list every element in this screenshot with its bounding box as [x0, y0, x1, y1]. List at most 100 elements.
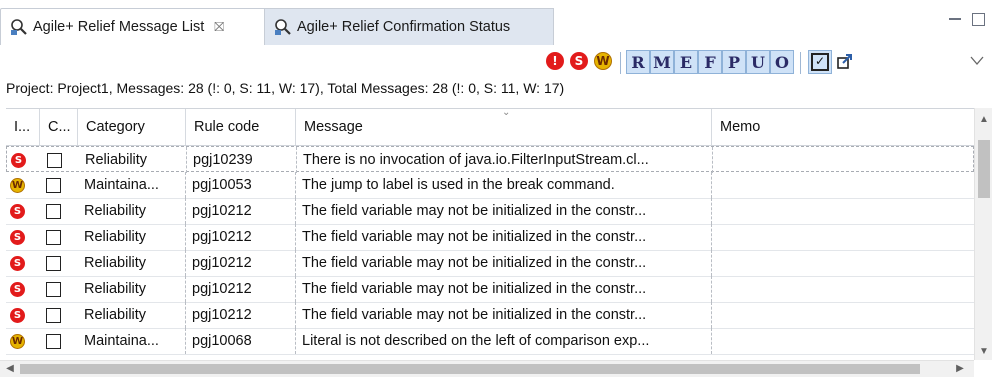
vertical-scrollbar[interactable]: ▲ ▼: [974, 108, 992, 360]
serious-level-icon: S: [10, 203, 25, 219]
column-header-category[interactable]: Category: [78, 109, 186, 145]
chevron-down-icon: [970, 56, 984, 65]
serious-level-icon: S: [10, 281, 25, 297]
toolbar-separator: [620, 52, 621, 74]
filter-f-button[interactable]: F: [698, 50, 722, 74]
close-tab-icon[interactable]: ⛝: [214, 19, 224, 35]
filter-e-button[interactable]: E: [674, 50, 698, 74]
serious-level-icon: S: [11, 152, 26, 168]
confirmed-checkbox[interactable]: [46, 333, 61, 349]
export-icon: [837, 54, 852, 69]
level-cell: W: [6, 172, 40, 198]
confirmed-toggle-button[interactable]: ✓: [808, 50, 832, 74]
filter-r-button[interactable]: R: [626, 50, 650, 74]
confirmed-checkbox[interactable]: [46, 307, 61, 323]
filter-o-button[interactable]: O: [770, 50, 794, 74]
level-cell: S: [6, 224, 40, 250]
confirmed-checkbox[interactable]: [47, 152, 62, 168]
view-tab-bar: Agile+ Relief Message List ⛝ Agile+ Reli…: [0, 0, 992, 45]
tab-label: Agile+ Relief Message List: [33, 19, 205, 35]
rule-code-cell: pgj10212: [186, 276, 296, 302]
memo-cell[interactable]: [713, 147, 974, 173]
category-cell: Reliability: [79, 147, 187, 173]
table-row[interactable]: S Reliability pgj10212 The field variable m…: [6, 224, 974, 251]
scroll-right-icon[interactable]: ▶: [952, 361, 968, 377]
serious-level-icon: S: [10, 229, 25, 245]
memo-cell[interactable]: [712, 224, 974, 250]
minimize-icon[interactable]: [946, 10, 964, 28]
column-header-rule-code[interactable]: Rule code: [186, 109, 296, 145]
confirmed-checkbox[interactable]: [46, 281, 61, 297]
rule-code-cell: pgj10212: [186, 302, 296, 328]
memo-cell[interactable]: [712, 198, 974, 224]
level-cell: S: [6, 276, 40, 302]
filter-u-button[interactable]: U: [746, 50, 770, 74]
filter-m-button[interactable]: M: [650, 50, 674, 74]
confirmed-cell: [40, 172, 78, 198]
message-cell: There is no invocation of java.io.Filter…: [297, 147, 713, 173]
table-row[interactable]: W Maintaina... pgj10053 The jump to label i…: [6, 172, 974, 199]
table-row[interactable]: S Reliability pgj10212 The field variable m…: [6, 198, 974, 225]
column-header-confirmed[interactable]: C...: [40, 109, 78, 145]
confirmed-cell: [40, 302, 78, 328]
tab-confirmation-status[interactable]: Agile+ Relief Confirmation Status: [264, 8, 554, 45]
column-header-level[interactable]: I...: [6, 109, 40, 145]
confirmed-checkbox[interactable]: [46, 177, 61, 193]
table-row[interactable]: S Reliability pgj10212 The field variable m…: [6, 276, 974, 303]
confirmed-checkbox[interactable]: [46, 255, 61, 271]
level-cell: S: [6, 250, 40, 276]
message-cell: Literal is not described on the left of …: [296, 328, 712, 354]
category-cell: Reliability: [78, 302, 186, 328]
message-cell: The field variable may not be initialize…: [296, 198, 712, 224]
message-table: I... C... Category Rule code Message ⌄ M…: [6, 108, 974, 361]
message-cell: The field variable may not be initialize…: [296, 302, 712, 328]
serious-level-icon: S: [10, 307, 25, 323]
confirmed-cell: [40, 224, 78, 250]
confirmed-cell: [40, 276, 78, 302]
vertical-scroll-thumb[interactable]: [978, 140, 990, 198]
view-toolbar: ! S W R M E F P U O ✓: [0, 44, 992, 78]
column-header-memo[interactable]: Memo: [712, 109, 974, 145]
table-row[interactable]: W Maintaina... pgj10068 Literal is not desc…: [6, 328, 974, 355]
confirmed-cell: [40, 328, 78, 354]
scroll-down-icon[interactable]: ▼: [975, 344, 992, 360]
category-cell: Maintaina...: [78, 328, 186, 354]
horizontal-scrollbar[interactable]: ◀ ▶: [0, 360, 974, 377]
category-cell: Reliability: [78, 224, 186, 250]
message-cell: The field variable may not be initialize…: [296, 250, 712, 276]
serious-filter-icon: S: [570, 52, 588, 70]
table-header: I... C... Category Rule code Message ⌄ M…: [6, 109, 974, 146]
memo-cell[interactable]: [712, 276, 974, 302]
relief-view-icon: [273, 17, 293, 37]
message-cell: The field variable may not be initialize…: [296, 224, 712, 250]
scroll-left-icon[interactable]: ◀: [2, 361, 18, 377]
confirmed-checkbox[interactable]: [46, 229, 61, 245]
tab-message-list[interactable]: Agile+ Relief Message List ⛝: [0, 8, 266, 45]
table-row[interactable]: S Reliability pgj10212 The field variable m…: [6, 302, 974, 329]
table-row[interactable]: S Reliability pgj10212 The field variable m…: [6, 250, 974, 277]
memo-cell[interactable]: [712, 250, 974, 276]
warning-filter-button[interactable]: W: [592, 50, 614, 72]
view-menu-button[interactable]: [966, 50, 988, 72]
level-cell: S: [7, 147, 41, 173]
category-cell: Reliability: [78, 198, 186, 224]
table-row[interactable]: S Reliability pgj10239 There is no invocati…: [6, 146, 974, 173]
memo-cell[interactable]: [712, 172, 974, 198]
confirmed-cell: [40, 198, 78, 224]
confirmed-checkbox[interactable]: [46, 203, 61, 219]
scroll-up-icon[interactable]: ▲: [975, 112, 992, 128]
relief-view-icon: [9, 17, 29, 37]
error-filter-button[interactable]: !: [544, 50, 566, 72]
memo-cell[interactable]: [712, 328, 974, 354]
maximize-icon[interactable]: [970, 10, 988, 28]
serious-filter-button[interactable]: S: [568, 50, 590, 72]
warning-filter-icon: W: [594, 52, 612, 70]
category-cell: Reliability: [78, 250, 186, 276]
memo-cell[interactable]: [712, 302, 974, 328]
horizontal-scroll-thumb[interactable]: [20, 364, 920, 374]
confirmed-cell: [41, 147, 79, 173]
filter-p-button[interactable]: P: [722, 50, 746, 74]
sort-indicator-icon: ⌄: [502, 108, 511, 118]
export-button[interactable]: [834, 50, 856, 72]
level-cell: W: [6, 328, 40, 354]
